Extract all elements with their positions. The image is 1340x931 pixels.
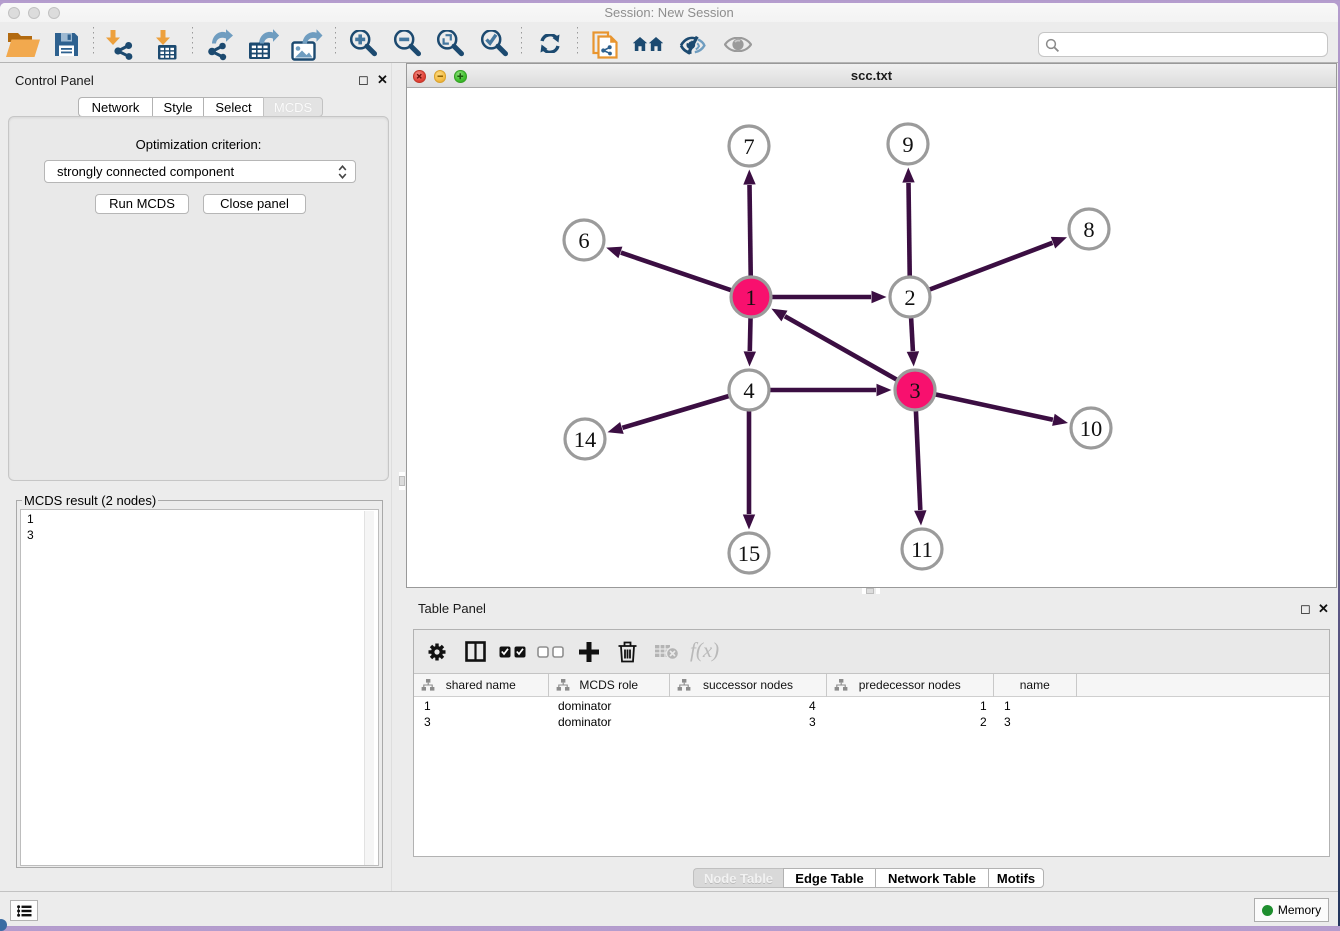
svg-text:4: 4 [743,378,754,403]
svg-text:2: 2 [904,285,915,310]
svg-text:10: 10 [1080,416,1103,441]
svg-text:15: 15 [738,541,761,566]
svg-text:3: 3 [909,378,920,403]
svg-text:6: 6 [578,228,589,253]
svg-text:1: 1 [745,285,756,310]
svg-text:9: 9 [902,132,913,157]
svg-text:7: 7 [743,134,754,159]
svg-text:14: 14 [574,427,597,452]
svg-text:11: 11 [911,537,933,562]
svg-text:8: 8 [1083,217,1094,242]
